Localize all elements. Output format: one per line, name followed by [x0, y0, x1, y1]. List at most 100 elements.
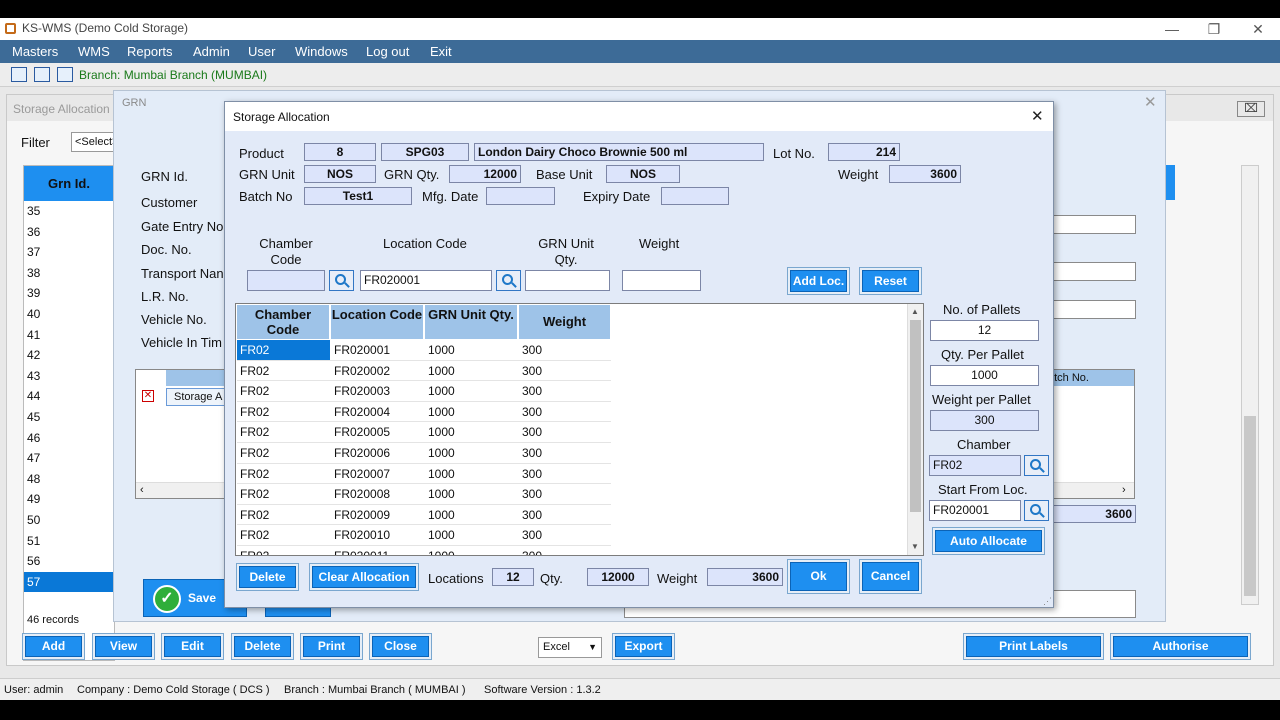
- menu-logout[interactable]: Log out: [366, 44, 409, 59]
- scroll-right-icon[interactable]: ›: [1122, 484, 1126, 496]
- grn-id-row[interactable]: 47: [24, 448, 114, 469]
- grn-id-row[interactable]: 51: [24, 531, 114, 552]
- grn-id-row[interactable]: 38: [24, 263, 114, 284]
- start-loc-search-button[interactable]: [1024, 500, 1049, 521]
- ok-button[interactable]: Ok: [787, 559, 850, 594]
- list-vscroll[interactable]: [1241, 165, 1259, 605]
- grn-id-row[interactable]: 49: [24, 489, 114, 510]
- edit-button[interactable]: Edit: [161, 633, 224, 660]
- menu-user[interactable]: User: [248, 44, 275, 59]
- list-close-icon[interactable]: ⌧: [1237, 101, 1265, 117]
- list-vscroll-thumb[interactable]: [1244, 416, 1256, 596]
- grn-id-row[interactable]: 56: [24, 551, 114, 572]
- dialog-close-icon[interactable]: ✕: [1031, 107, 1044, 125]
- side-chamber-search-button[interactable]: [1024, 455, 1049, 476]
- close-icon[interactable]: ✕: [1236, 18, 1280, 40]
- scroll-left-icon[interactable]: ‹: [140, 484, 144, 496]
- authorise-button[interactable]: Authorise: [1110, 633, 1251, 660]
- menu-wms[interactable]: WMS: [78, 44, 110, 59]
- grn-id-row[interactable]: 44: [24, 386, 114, 407]
- auto-allocate-button[interactable]: Auto Allocate: [932, 527, 1045, 555]
- table-row[interactable]: FR02 FR020008 1000 300: [237, 484, 611, 505]
- grn-id-row[interactable]: 48: [24, 469, 114, 490]
- delete-button[interactable]: Delete: [231, 633, 294, 660]
- grn-id-row[interactable]: 37: [24, 242, 114, 263]
- grn-id-header[interactable]: Grn Id.: [24, 166, 114, 201]
- grid-vscroll-thumb[interactable]: [910, 320, 921, 512]
- table-row[interactable]: FR02 FR020011 1000 300: [237, 546, 611, 555]
- menu-admin[interactable]: Admin: [193, 44, 230, 59]
- export-button[interactable]: Export: [612, 633, 675, 660]
- minimize-icon[interactable]: —: [1150, 18, 1194, 40]
- table-row[interactable]: FR02 FR020009 1000 300: [237, 505, 611, 526]
- print-button[interactable]: Print: [300, 633, 363, 660]
- print-labels-button[interactable]: Print Labels: [963, 633, 1104, 660]
- menu-reports[interactable]: Reports: [127, 44, 173, 59]
- list-icon[interactable]: [34, 67, 50, 82]
- start-loc-input[interactable]: FR020001: [929, 500, 1021, 521]
- table-row[interactable]: FR02 FR020001 1000 300: [237, 340, 611, 361]
- cancel-button[interactable]: Cancel: [859, 559, 922, 594]
- export-format-select[interactable]: Excel ▼: [538, 637, 602, 658]
- table-row[interactable]: FR02 FR020006 1000 300: [237, 443, 611, 464]
- grn-id-row[interactable]: 43: [24, 366, 114, 387]
- table-row[interactable]: FR02 FR020003 1000 300: [237, 381, 611, 402]
- view-button[interactable]: View: [92, 633, 155, 660]
- col-grn-unit-qty[interactable]: GRN Unit Qty.: [425, 305, 518, 339]
- table-row[interactable]: FR02 FR020004 1000 300: [237, 402, 611, 423]
- menu-exit[interactable]: Exit: [430, 44, 452, 59]
- close-button[interactable]: Close: [369, 633, 432, 660]
- filter-select[interactable]: <Select>: [71, 132, 119, 152]
- entry-weight-input[interactable]: [622, 270, 701, 291]
- storage-allocation-cell[interactable]: Storage A: [166, 388, 226, 406]
- restore-icon[interactable]: ❐: [1192, 18, 1236, 40]
- grn-id-row[interactable]: 46: [24, 428, 114, 449]
- grn-id-row[interactable]: 57: [24, 571, 114, 593]
- clear-allocation-button[interactable]: Clear Allocation: [309, 563, 419, 591]
- grn-id-row[interactable]: 40: [24, 304, 114, 325]
- table-cell: 1000: [428, 425, 455, 440]
- grid-vscroll[interactable]: ▲ ▼: [907, 304, 923, 555]
- chamber-code-input[interactable]: [247, 270, 325, 291]
- letterbox-top: [0, 0, 1280, 18]
- grn-id-row[interactable]: 35: [24, 201, 114, 222]
- add-loc-button[interactable]: Add Loc.: [787, 267, 850, 295]
- reset-button[interactable]: Reset: [859, 267, 922, 295]
- grn-id-row[interactable]: 36: [24, 222, 114, 243]
- chamber-search-button[interactable]: [329, 270, 354, 291]
- table-cell: FR020003: [334, 384, 391, 399]
- col-chamber-code[interactable]: Chamber Code: [237, 305, 330, 339]
- grn-id-row[interactable]: 50: [24, 510, 114, 531]
- grn-id-row[interactable]: 42: [24, 345, 114, 366]
- grn-id-row[interactable]: 45: [24, 407, 114, 428]
- grid-icon[interactable]: [57, 67, 73, 82]
- table-row[interactable]: FR02 FR020007 1000 300: [237, 464, 611, 485]
- grn-field-3[interactable]: [1044, 300, 1136, 319]
- grid-delete-button[interactable]: Delete: [236, 563, 299, 591]
- menu-masters[interactable]: Masters: [12, 44, 58, 59]
- location-search-button[interactable]: [496, 270, 521, 291]
- grn-close-icon[interactable]: ✕: [1144, 93, 1157, 111]
- col-weight[interactable]: Weight: [519, 305, 611, 339]
- resize-grip-icon[interactable]: ⋰: [1043, 596, 1052, 607]
- location-code-input[interactable]: FR020001: [360, 270, 492, 291]
- add-button[interactable]: Add: [22, 633, 85, 660]
- grn-unit-qty-input[interactable]: [525, 270, 610, 291]
- grn-field-1[interactable]: [1044, 215, 1136, 234]
- grn-id-row[interactable]: 41: [24, 325, 114, 346]
- table-row[interactable]: FR02 FR020005 1000 300: [237, 422, 611, 443]
- scroll-up-icon[interactable]: ▲: [911, 307, 919, 316]
- side-chamber-input[interactable]: FR02: [929, 455, 1021, 476]
- scroll-down-icon[interactable]: ▼: [911, 542, 919, 551]
- qty-per-pallet-input[interactable]: 1000: [930, 365, 1039, 386]
- grn-field-2[interactable]: [1044, 262, 1136, 281]
- table-row[interactable]: FR02 FR020010 1000 300: [237, 525, 611, 546]
- remove-row-icon[interactable]: ✕: [142, 390, 154, 402]
- menu-windows[interactable]: Windows: [295, 44, 348, 59]
- grn-id-row[interactable]: 39: [24, 283, 114, 304]
- col-location-code[interactable]: Location Code: [331, 305, 424, 339]
- pallets-input[interactable]: 12: [930, 320, 1039, 341]
- edit-doc-icon[interactable]: [11, 67, 27, 82]
- table-cell: 1000: [428, 363, 455, 378]
- table-row[interactable]: FR02 FR020002 1000 300: [237, 361, 611, 382]
